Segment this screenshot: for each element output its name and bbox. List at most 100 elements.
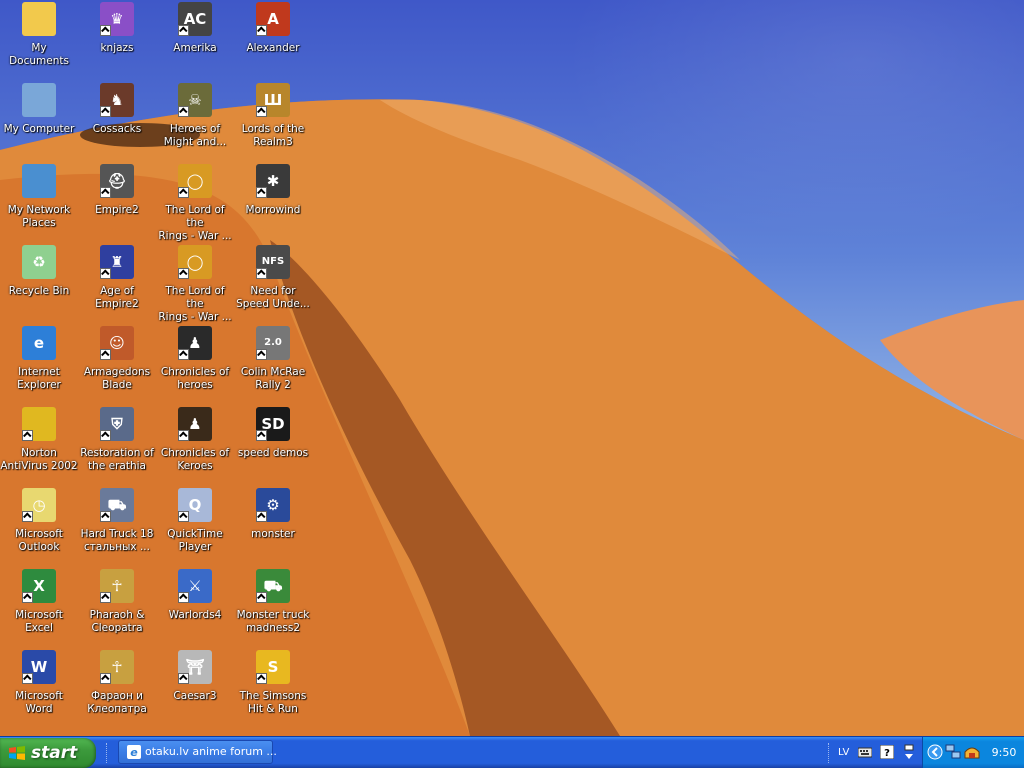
- desktop[interactable]: My Documents ♛ knjazs AC Amerika A Alexander My…: [0, 0, 1024, 736]
- quicklaunch-grip[interactable]: [106, 743, 110, 763]
- language-indicator[interactable]: LV: [838, 737, 849, 768]
- desktop-icon[interactable]: Ш Lords of the Realm3: [234, 83, 312, 163]
- desktop-icon[interactable]: e Internet Explorer: [0, 326, 78, 406]
- recycle-bin-icon: ♻: [22, 245, 56, 279]
- language-options-icon[interactable]: [902, 743, 916, 761]
- armagedons-blade-icon: ☺: [100, 326, 134, 360]
- desktop-icon[interactable]: SD speed demos: [234, 407, 312, 487]
- shortcut-arrow-icon: [178, 25, 189, 36]
- shortcut-arrow-icon: [178, 268, 189, 279]
- desktop-icon-label: Фараон и Клеопатра: [87, 690, 147, 715]
- desktop-icon[interactable]: ⛨ Restoration of the erathia: [78, 407, 156, 487]
- desktop-icon[interactable]: ♟ Chronicles of heroes: [156, 326, 234, 406]
- desktop-icon[interactable]: ☺ Armagedons Blade: [78, 326, 156, 406]
- shortcut-arrow-icon: [178, 673, 189, 684]
- desktop-icon[interactable]: ♞ Cossacks: [78, 83, 156, 163]
- keyboard-icon[interactable]: [858, 746, 872, 758]
- monster-truck-icon: ⛟: [256, 569, 290, 603]
- desktop-icon[interactable]: ⛩ Caesar3: [156, 650, 234, 730]
- icon-glyph: [22, 83, 56, 117]
- desktop-icon[interactable]: ⛟ Hard Truck 18 стальных ...: [78, 488, 156, 568]
- desktop-icon[interactable]: ♛ knjazs: [78, 2, 156, 82]
- help-icon[interactable]: ?: [880, 745, 894, 759]
- start-button[interactable]: start: [0, 738, 96, 768]
- desktop-icon[interactable]: My Computer: [0, 83, 78, 163]
- desktop-icon-label: Colin McRae Rally 2: [240, 366, 306, 391]
- desktop-icon[interactable]: A Alexander: [234, 2, 312, 82]
- desktop-icon-label: Heroes of Might and...: [163, 123, 227, 148]
- desktop-icon[interactable]: ♜ Age of Empire2: [78, 245, 156, 325]
- language-bar-grip[interactable]: [828, 743, 832, 763]
- desktop-icon[interactable]: Q QuickTime Player: [156, 488, 234, 568]
- desktop-icon-label: The Lord of the Rings - War ...: [158, 285, 232, 323]
- desktop-icon[interactable]: ◷ Microsoft Outlook: [0, 488, 78, 568]
- desktop-icon[interactable]: My Documents: [0, 2, 78, 82]
- show-hidden-icons-chevron-icon[interactable]: [927, 744, 943, 760]
- chronicles-keroes-icon: ♟: [178, 407, 212, 441]
- shortcut-arrow-icon: [178, 106, 189, 117]
- shortcut-arrow-icon: [22, 430, 33, 441]
- desktop-icon[interactable]: 2.0 Colin McRae Rally 2: [234, 326, 312, 406]
- desktop-icon-label: QuickTime Player: [167, 528, 223, 553]
- shortcut-arrow-icon: [256, 349, 267, 360]
- desktop-icon-label: My Computer: [3, 123, 75, 135]
- desktop-icon-label: The Lord of the Rings - War ...: [158, 204, 232, 242]
- desktop-icon[interactable]: W Microsoft Word: [0, 650, 78, 730]
- desktop-icon[interactable]: ⚙ monster: [234, 488, 312, 568]
- shortcut-arrow-icon: [22, 592, 33, 603]
- desktop-icon-label: Alexander: [246, 42, 300, 54]
- desktop-icon[interactable]: ☠ Heroes of Might and...: [156, 83, 234, 163]
- shortcut-arrow-icon: [100, 349, 111, 360]
- desktop-icon[interactable]: My Network Places: [0, 164, 78, 244]
- knjazs-icon: ♛: [100, 2, 134, 36]
- icon-glyph: e: [33, 334, 45, 352]
- clock[interactable]: 9:50: [986, 737, 1022, 768]
- desktop-icon[interactable]: ⛑ Empire2: [78, 164, 156, 244]
- desktop-icon-label: Monster truck madness2: [236, 609, 310, 634]
- desktop-icon[interactable]: ♟ Chronicles of Keroes: [156, 407, 234, 487]
- desktop-icon[interactable]: ⛟ Monster truck madness2: [234, 569, 312, 649]
- shortcut-arrow-icon: [256, 268, 267, 279]
- desktop-icon[interactable]: AC Amerika: [156, 2, 234, 82]
- desktop-icon[interactable]: ⚔ Warlords4: [156, 569, 234, 649]
- shortcut-arrow-icon: [22, 511, 33, 522]
- taskbar: start e otaku.lv anime forum ... LV ? 9:…: [0, 736, 1024, 768]
- desktop-icon[interactable]: ✱ Morrowind: [234, 164, 312, 244]
- shortcut-arrow-icon: [256, 673, 267, 684]
- desktop-icon[interactable]: X Microsoft Excel: [0, 569, 78, 649]
- icon-glyph: [22, 2, 56, 36]
- network-icon[interactable]: [945, 744, 961, 760]
- desktop-icon-label: Morrowind: [245, 204, 301, 216]
- shortcut-arrow-icon: [22, 673, 33, 684]
- desktop-icon[interactable]: ☥ Pharaoh & Cleopatra: [78, 569, 156, 649]
- desktop-icon-label: Chronicles of Keroes: [160, 447, 230, 472]
- speed-demos-icon: SD: [256, 407, 290, 441]
- desktop-icon[interactable]: ◯ The Lord of the Rings - War ...: [156, 245, 234, 325]
- desktop-icon-label: Lords of the Realm3: [241, 123, 305, 148]
- shortcut-arrow-icon: [178, 187, 189, 198]
- desktop-icon[interactable]: NFS Need for Speed Unde...: [234, 245, 312, 325]
- desktop-icon-label: Cossacks: [92, 123, 142, 135]
- shortcut-arrow-icon: [256, 430, 267, 441]
- norton-tray-icon[interactable]: [963, 744, 981, 760]
- desktop-icon-label: Internet Explorer: [17, 366, 61, 391]
- shortcut-arrow-icon: [100, 268, 111, 279]
- simpsons-icon: S: [256, 650, 290, 684]
- desktop-icon[interactable]: ◯ The Lord of the Rings - War ...: [156, 164, 234, 244]
- warlords-icon: ⚔: [178, 569, 212, 603]
- desktop-icon-label: Need for Speed Unde...: [236, 285, 310, 310]
- shortcut-arrow-icon: [256, 106, 267, 117]
- age-of-empire-icon: ♜: [100, 245, 134, 279]
- shortcut-arrow-icon: [178, 511, 189, 522]
- desktop-icon[interactable]: ☥ Фараон и Клеопатра: [78, 650, 156, 730]
- desktop-icon-label: The Simsons Hit & Run: [239, 690, 307, 715]
- pharaoh-icon: ☥: [100, 569, 134, 603]
- desktop-icon[interactable]: ♻ Recycle Bin: [0, 245, 78, 325]
- lotr-ring-icon: ◯: [178, 164, 212, 198]
- hard-truck-icon: ⛟: [100, 488, 134, 522]
- quicktime-icon: Q: [178, 488, 212, 522]
- desktop-icon[interactable]: Norton AntiVirus 2002: [0, 407, 78, 487]
- desktop-icon[interactable]: S The Simsons Hit & Run: [234, 650, 312, 730]
- taskbar-window-button[interactable]: e otaku.lv anime forum ...: [118, 740, 277, 764]
- colin-mcrae-icon: 2.0: [256, 326, 290, 360]
